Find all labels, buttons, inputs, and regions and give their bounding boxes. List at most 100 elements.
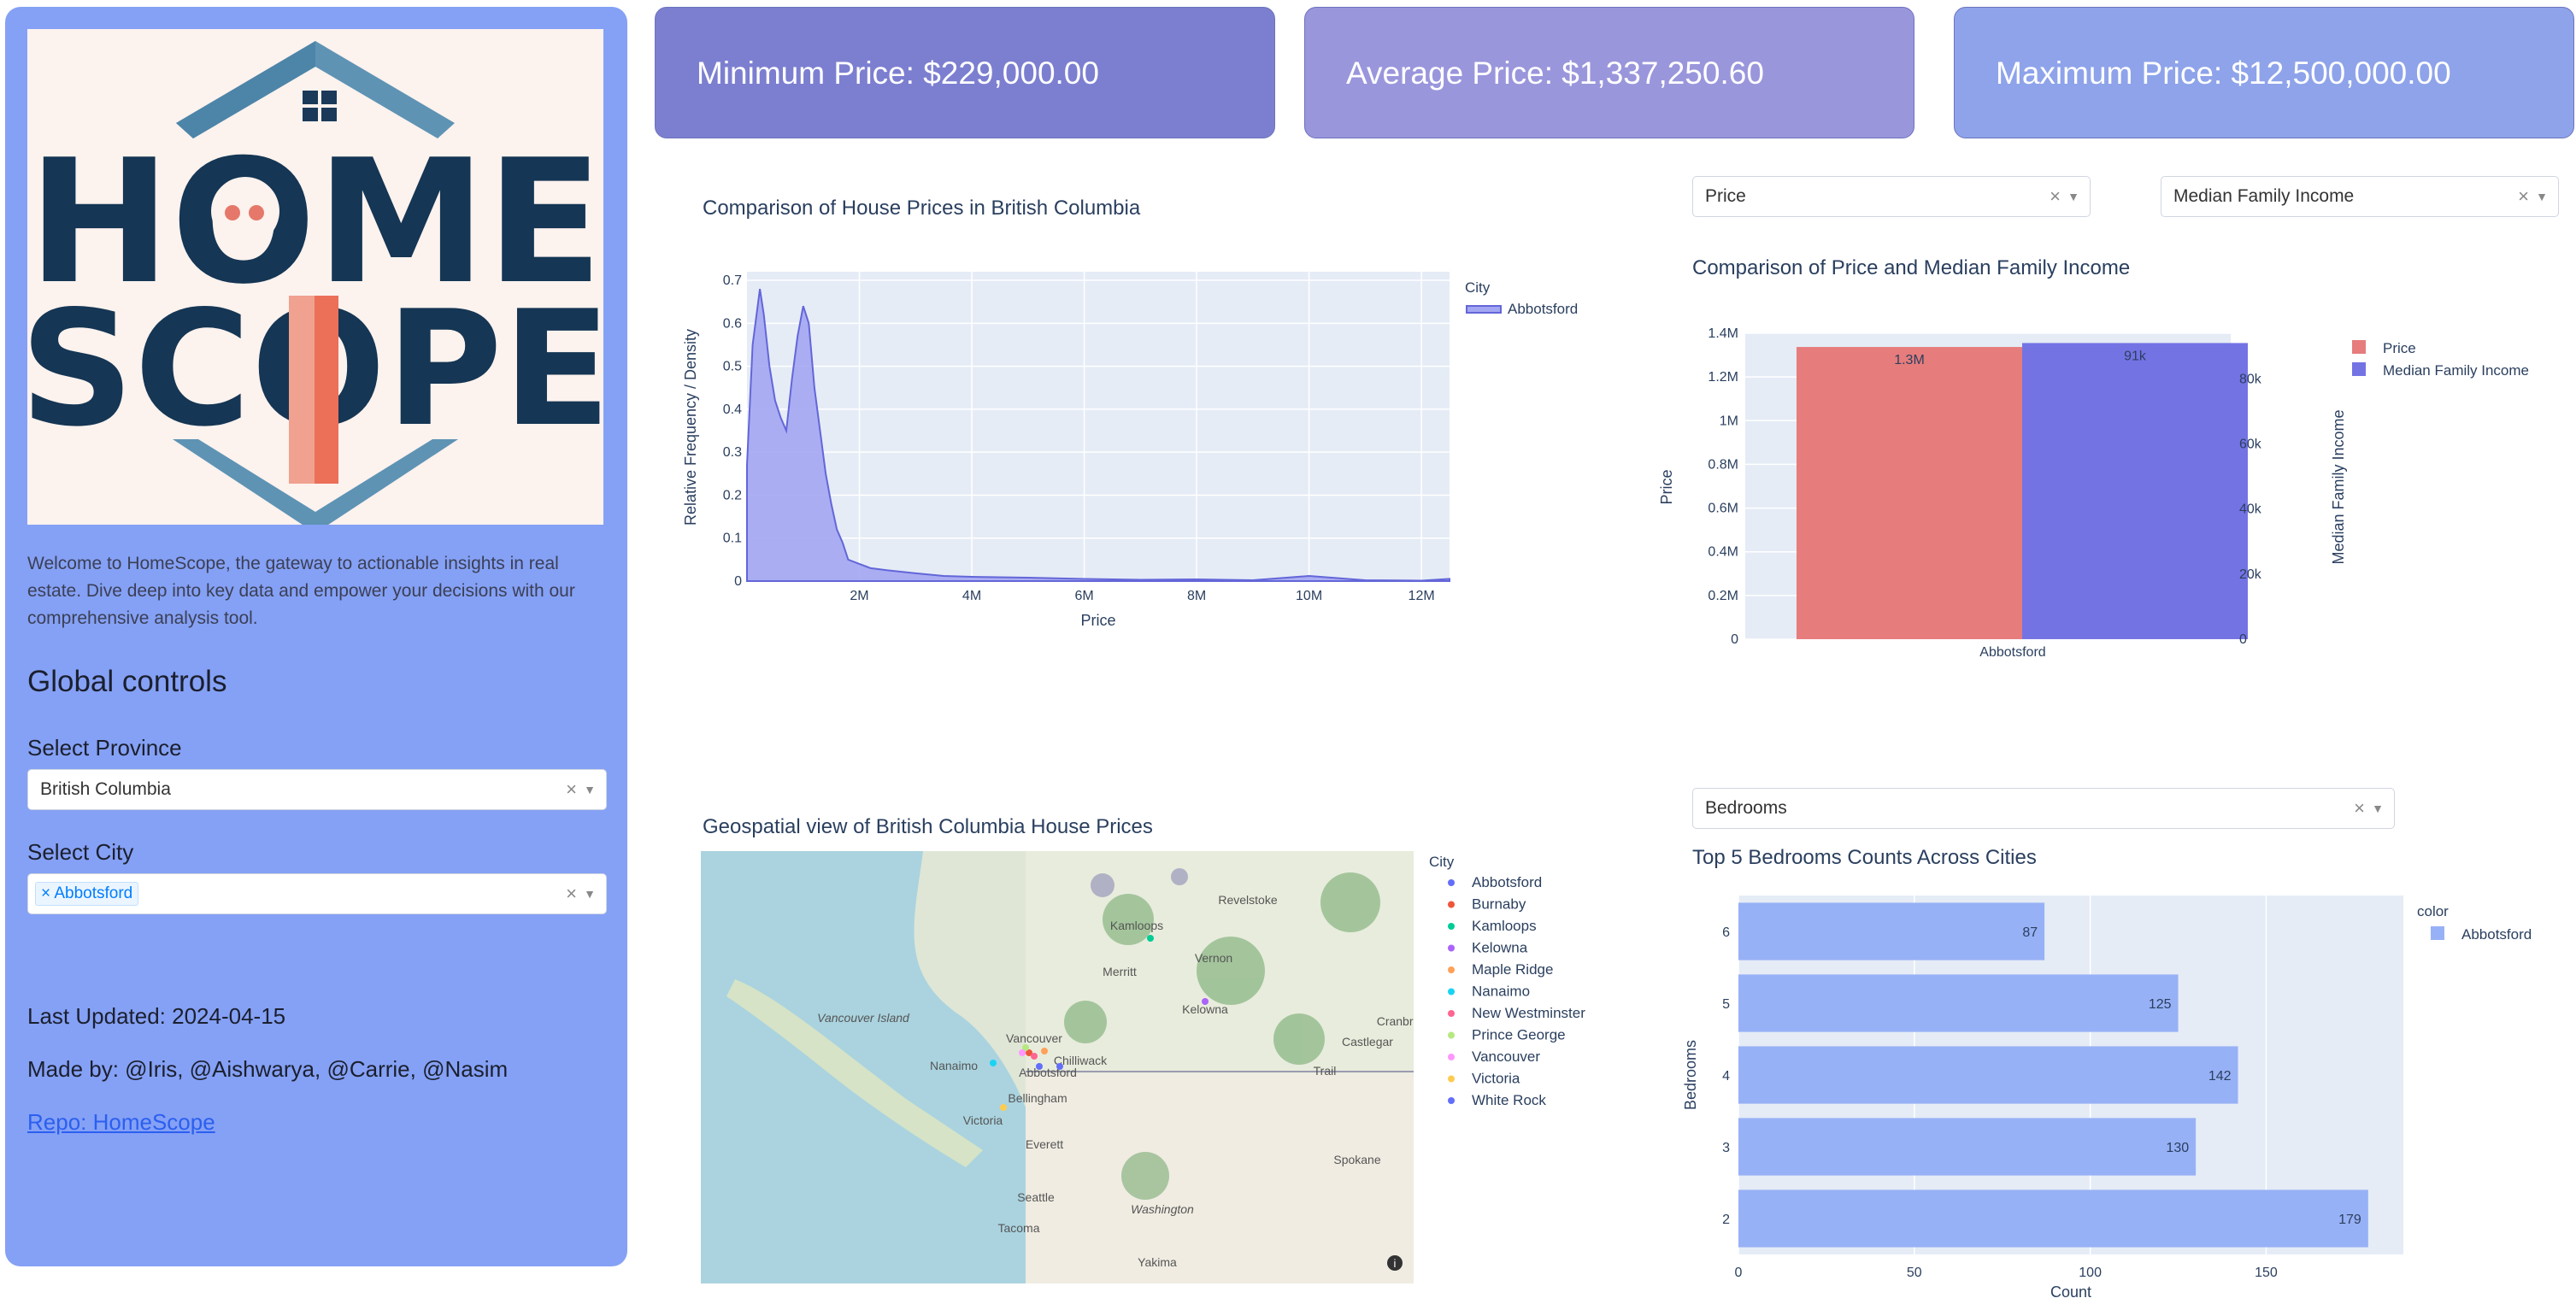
bedrooms-bar [1738,1118,2197,1176]
compare-left-tick: 0.2M [1708,589,1738,603]
map-place-label: Victoria [963,1113,1003,1127]
map-legend-dot [1448,1075,1455,1083]
bedrooms-category-tick: 6 [1722,925,1730,940]
map-legend-dot [1448,1010,1455,1017]
map-city-dot[interactable] [1056,1063,1063,1070]
income-bar [2022,343,2248,639]
map-place-label: Yakima [1138,1255,1177,1269]
map-place-label: Washington [1131,1202,1194,1216]
chevron-down-icon[interactable]: ▼ [584,783,596,796]
map-legend-item[interactable]: New Westminster [1472,1005,1585,1021]
map-city-dot[interactable] [1031,1053,1038,1060]
density-legend-swatch [1466,305,1502,314]
map-place-label: Abbotsford [1019,1066,1077,1079]
map-legend-item[interactable]: Victoria [1472,1071,1520,1087]
density-xtick: 12M [1409,589,1435,603]
map-city-dot[interactable] [1000,1104,1007,1111]
sidebar: HOME SCOPE Welcome to HomeScope, the gat… [5,7,627,1266]
map-legend-item[interactable]: Vancouver [1472,1048,1540,1065]
compare-left-tick: 0.4M [1708,545,1738,560]
map-legend-item[interactable]: Prince George [1472,1027,1566,1043]
compare-chart-title: Comparison of Price and Median Family In… [1692,256,2131,279]
legend-swatch-price [2352,340,2366,354]
density-ytick: 0.6 [723,316,742,331]
city-chip-label: Abbotsford [54,884,133,902]
map-place-label: Cranbro [1377,1014,1414,1028]
density-xlabel: Price [1080,612,1115,629]
chevron-down-icon[interactable]: ▼ [2067,190,2079,203]
bedrooms-xtick: 150 [2255,1266,2278,1280]
map-place-label: Tacoma [997,1221,1039,1235]
map-legend-item[interactable]: Kamloops [1472,918,1537,934]
map-place-label: Bellingham [1008,1091,1067,1105]
compare-left-tick: 0.6M [1708,502,1738,516]
bedrooms-chart-title: Top 5 Bedrooms Counts Across Cities [1692,846,2037,869]
map-city-dot[interactable] [1147,935,1154,942]
homescope-logo: HOME SCOPE [27,29,603,525]
compare-left-tick: 1M [1720,414,1738,428]
avg-price-card: Average Price: $1,337,250.60 [1304,7,1914,138]
province-dropdown[interactable]: British Columbia × ▼ [27,769,607,810]
bedrooms-xtick: 100 [2079,1266,2102,1280]
density-xtick: 6M [1074,589,1093,603]
map-city-dot[interactable] [1041,1048,1048,1054]
map-place-label: Trail [1314,1064,1337,1078]
max-price-text: Maximum Price: $12,500,000.00 [1996,56,2451,91]
map-city-dot[interactable] [1202,998,1209,1005]
map-legend-item[interactable]: Maple Ridge [1472,961,1553,978]
map-legend: City Abbotsford Burnaby Kamloops Kelowna Map… [1429,854,1585,1108]
bedrooms-bar-label: 142 [2208,1069,2232,1084]
made-by: Made by: @Iris, @Aishwarya, @Carrie, @Na… [27,1056,509,1082]
map-place-label: Everett [1026,1137,1063,1151]
chevron-down-icon[interactable]: ▼ [584,887,596,901]
map-place-label: Revelstoke [1218,893,1277,907]
province-label: Select Province [27,735,182,761]
geospatial-map[interactable]: Revelstoke Kamloops Vernon Merritt Kelowna Va… [701,851,1414,1283]
compare-right-tick: 80k [2239,372,2262,386]
chevron-down-icon[interactable]: ▼ [2372,802,2384,815]
min-price-text: Minimum Price: $229,000.00 [697,56,1099,91]
city-label: Select City [27,839,134,865]
clear-icon[interactable]: × [566,778,577,801]
map-legend-item[interactable]: Kelowna [1472,940,1528,956]
last-updated: Last Updated: 2024-04-15 [27,1003,286,1029]
compare-right-tick: 0 [2239,632,2247,647]
bedrooms-legend-swatch [2431,926,2444,940]
max-price-card: Maximum Price: $12,500,000.00 [1954,7,2574,138]
city-chip[interactable]: × Abbotsford [35,882,139,906]
density-ylabel: Relative Frequency / Density [682,329,699,526]
map-place-label: Castlegar [1342,1035,1393,1048]
map-legend-dot [1448,1097,1455,1104]
map-city-dot[interactable] [1019,1049,1026,1056]
map-place-label: Merritt [1103,965,1137,978]
bedrooms-category-tick: 4 [1722,1069,1730,1084]
density-chart: 0 0.1 0.2 0.3 0.4 0.5 0.6 0.7 2M 4M 6M 8M 10M 12M Pr… [682,272,1578,629]
map-legend-item[interactable]: Nanaimo [1472,984,1530,1000]
metric2-dropdown[interactable]: Median Family Income × ▼ [2161,176,2559,217]
map-legend-item[interactable]: Burnaby [1472,896,1526,913]
density-xtick: 8M [1187,589,1206,603]
clear-icon[interactable]: × [2050,185,2061,208]
map-legend-dot [1448,1031,1455,1039]
clear-icon[interactable]: × [2354,797,2365,819]
min-price-card: Minimum Price: $229,000.00 [655,7,1275,138]
chevron-down-icon[interactable]: ▼ [2536,190,2548,203]
chip-remove-icon[interactable]: × [41,884,50,902]
map-city-dot[interactable] [990,1060,997,1066]
clear-icon[interactable]: × [2518,185,2529,208]
bar-metric-dropdown[interactable]: Bedrooms × ▼ [1692,788,2395,829]
density-legend-title: City [1465,279,1491,296]
map-legend-item[interactable]: White Rock [1472,1092,1546,1108]
map-city-dot[interactable] [1036,1063,1043,1070]
clear-icon[interactable]: × [566,883,577,905]
map-place-label: Vancouver Island [817,1011,910,1025]
metric1-dropdown[interactable]: Price × ▼ [1692,176,2091,217]
compare-right-tick: 40k [2239,502,2262,517]
bedrooms-category-tick: 3 [1722,1141,1730,1155]
map-legend-dot [1448,879,1455,886]
map-legend-item[interactable]: Abbotsford [1472,874,1542,890]
repo-link[interactable]: Repo: HomeScope [27,1109,215,1136]
bedrooms-xtick: 50 [1907,1266,1922,1280]
bedrooms-bar-label: 130 [2166,1141,2189,1155]
city-dropdown[interactable]: × Abbotsford × ▼ [27,873,607,914]
